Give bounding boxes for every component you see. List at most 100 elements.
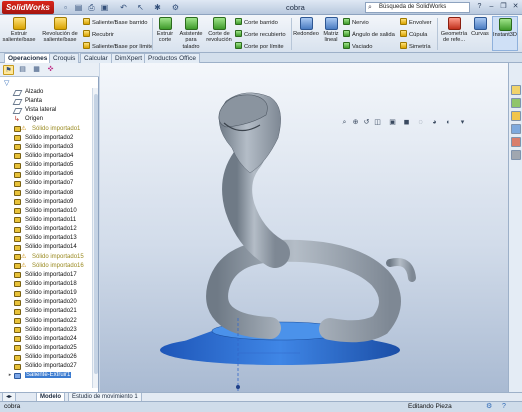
dome-button[interactable]: Cúpula <box>400 30 427 39</box>
sweep-boss-button[interactable]: Saliente/Base barrido <box>83 18 147 27</box>
loft-cut-button[interactable]: Corte recubierto <box>235 30 286 39</box>
dimxpert-manager-icon[interactable]: ✜ <box>45 65 56 75</box>
previous-view-icon[interactable]: ↺ <box>362 118 371 127</box>
tree-item[interactable]: Sólido importado3 <box>0 143 92 152</box>
expand-toggle[interactable]: ▸ <box>7 371 13 380</box>
mirror-button[interactable]: Simetría <box>400 42 431 51</box>
search-input[interactable]: ⌕ Búsqueda de SolidWorks <box>365 2 470 13</box>
tree-item[interactable]: Sólido importado12 <box>0 225 92 234</box>
hole-wizard-button[interactable]: Asistente para taladro <box>178 17 204 50</box>
custom-properties-icon[interactable] <box>511 150 521 160</box>
tree-item[interactable]: Sólido importado26 <box>0 353 92 362</box>
tree-item[interactable]: Sólido importado27 <box>0 362 92 371</box>
tree-item[interactable]: Sólido importado11 <box>0 216 92 225</box>
feature-tree-icon[interactable]: ⚑ <box>3 65 14 75</box>
boundary-cut-button[interactable]: Corte por límite <box>235 42 284 51</box>
zoom-to-fit-icon[interactable]: ⌕ <box>340 118 349 127</box>
cobra-model[interactable] <box>100 63 508 392</box>
tree-item[interactable]: ⚠ Sólido importado15 <box>0 253 92 262</box>
curves-button[interactable]: Curvas <box>470 17 490 37</box>
rebuild-status-icon[interactable]: ⚙ <box>486 402 492 412</box>
sweep-cut-button[interactable]: Corte barrido <box>235 18 278 27</box>
tree-item[interactable]: ▸ Saliente-Extruir1 <box>0 371 92 380</box>
tree-item[interactable]: Sólido importado19 <box>0 289 92 298</box>
view-orientation-icon[interactable]: ▣ <box>388 118 397 127</box>
extrude-boss-button[interactable]: Extruir saliente/base <box>2 17 36 44</box>
shell-button[interactable]: Vaciado <box>343 42 373 51</box>
configuration-manager-icon[interactable]: ▦ <box>31 65 42 75</box>
display-style-icon[interactable]: ◼ <box>402 118 411 127</box>
apply-scene-icon[interactable]: ◐ <box>444 118 453 127</box>
save-icon[interactable]: ▣ <box>99 2 110 13</box>
tree-item[interactable]: Vista lateral <box>0 106 92 115</box>
tree-item[interactable]: Sólido importado4 <box>0 152 92 161</box>
zoom-area-icon[interactable]: ⊕ <box>351 118 360 127</box>
tree-item[interactable]: ⚠ Sólido importado16 <box>0 262 92 271</box>
instant3d-button[interactable]: Instant3D <box>492 16 518 51</box>
tree-item[interactable]: Sólido importado5 <box>0 161 92 170</box>
help-icon[interactable]: ? <box>474 2 485 12</box>
tab-croquis[interactable]: Croquis <box>49 53 80 63</box>
tree-item[interactable]: Sólido importado23 <box>0 326 92 335</box>
graphics-area[interactable]: ⌕ ⊕ ↺ ◫ ▣ ◼ ◌ ◕ ◐ ▾ <box>100 63 508 392</box>
tree-item[interactable]: Sólido importado2 <box>0 134 92 143</box>
tree-item[interactable]: Sólido importado25 <box>0 344 92 353</box>
tree-item[interactable]: Sólido importado18 <box>0 280 92 289</box>
tree-item[interactable]: Sólido importado10 <box>0 207 92 216</box>
filter-icon[interactable]: ▽ <box>4 79 9 87</box>
app-logo[interactable]: SolidWorks <box>2 1 54 14</box>
tree-scrollbar-thumb[interactable] <box>94 94 98 374</box>
tab-calcular[interactable]: Calcular <box>80 53 112 63</box>
tree-item[interactable]: Sólido importado22 <box>0 317 92 326</box>
fillet-button[interactable]: Redondeo <box>293 17 319 37</box>
tree-item[interactable]: Alzado <box>0 88 92 97</box>
select-icon[interactable]: ↖ <box>135 2 146 13</box>
print-icon[interactable]: ⎙ <box>86 2 97 13</box>
restore-button[interactable]: ❐ <box>498 2 509 12</box>
extrude-cut-button[interactable]: Extruir corte <box>154 17 176 44</box>
tree-item[interactable]: Sólido importado13 <box>0 234 92 243</box>
minimize-button[interactable]: – <box>486 2 497 12</box>
tree-item[interactable]: Sólido importado8 <box>0 189 92 198</box>
hide-show-icon[interactable]: ◌ <box>416 118 425 127</box>
tree-item[interactable]: Sólido importado7 <box>0 179 92 188</box>
help-status-icon[interactable]: ? <box>502 402 506 412</box>
design-library-icon[interactable] <box>511 98 521 108</box>
resources-icon[interactable] <box>511 85 521 95</box>
tree-item[interactable]: Sólido importado9 <box>0 198 92 207</box>
tree-item[interactable]: Sólido importado17 <box>0 271 92 280</box>
revolve-cut-button[interactable]: Corte de revolución <box>205 17 233 44</box>
tree-item[interactable]: ↳ Origen <box>0 115 92 124</box>
open-file-icon[interactable]: ▤ <box>73 2 84 13</box>
tab-operaciones[interactable]: Operaciones <box>4 53 52 63</box>
options-icon[interactable]: ⚙ <box>170 2 181 13</box>
boundary-boss-button[interactable]: Saliente/Base por límite <box>83 42 153 51</box>
appearances-icon[interactable] <box>511 137 521 147</box>
tree-item[interactable]: Sólido importado6 <box>0 170 92 179</box>
section-view-icon[interactable]: ◫ <box>373 118 382 127</box>
loft-boss-button[interactable]: Recubrir <box>83 30 114 39</box>
undo-icon[interactable]: ↶ <box>118 2 129 13</box>
reference-geometry-button[interactable]: Geometría de refe... <box>439 17 469 44</box>
draft-button[interactable]: Ángulo de salida <box>343 30 395 39</box>
tree-item[interactable]: Sólido importado14 <box>0 243 92 252</box>
tree-item[interactable]: Sólido importado20 <box>0 298 92 307</box>
property-manager-icon[interactable]: ▤ <box>17 65 28 75</box>
linear-pattern-button[interactable]: Matriz lineal <box>320 17 342 44</box>
wrap-button[interactable]: Envolver <box>400 18 432 27</box>
new-file-icon[interactable]: ▫ <box>60 2 71 13</box>
revolve-boss-button[interactable]: Revolución de saliente/base <box>40 17 80 44</box>
view-settings-icon[interactable]: ▾ <box>458 118 467 127</box>
tab-productos-office[interactable]: Productos Office <box>144 53 200 63</box>
tree-scrollbar[interactable] <box>92 88 98 388</box>
view-palette-icon[interactable] <box>511 124 521 134</box>
file-explorer-icon[interactable] <box>511 111 521 121</box>
tree-item[interactable]: ⚠ Sólido importado1 <box>0 125 92 134</box>
rebuild-icon[interactable]: ✱ <box>152 2 163 13</box>
tree-item[interactable]: Planta <box>0 97 92 106</box>
close-button[interactable]: ✕ <box>510 2 521 12</box>
tree-item[interactable]: Sólido importado24 <box>0 335 92 344</box>
tree-item[interactable]: Sólido importado21 <box>0 307 92 316</box>
edit-appearance-icon[interactable]: ◕ <box>430 118 439 127</box>
tab-dimxpert[interactable]: DimXpert <box>111 53 147 63</box>
